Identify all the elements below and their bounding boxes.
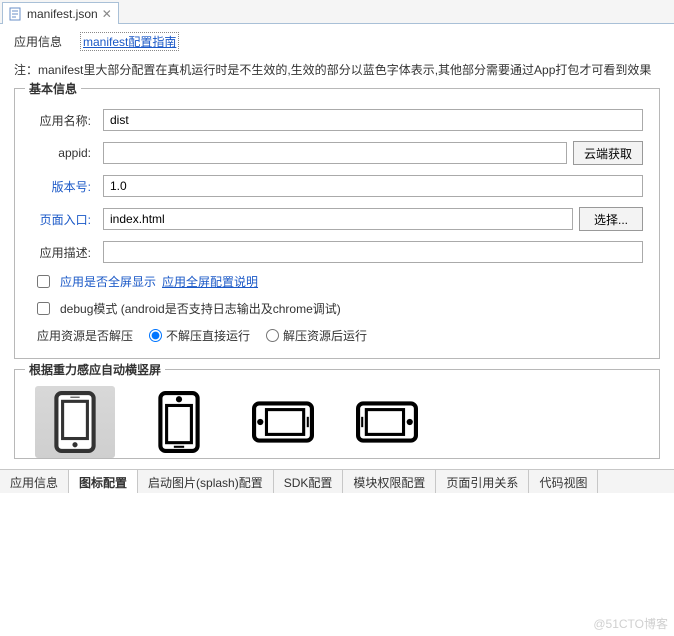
button-cloud-get[interactable]: 云端获取 (573, 141, 643, 165)
radio-input-extract[interactable] (266, 329, 279, 342)
note-text: 注：manifest里大部分配置在真机运行时是不生效的,生效的部分以蓝色字体表示… (0, 57, 674, 88)
section-tabs: 应用信息 manifest配置指南 (0, 24, 674, 57)
row-desc: 应用描述: (31, 241, 643, 263)
button-choose-entry[interactable]: 选择... (579, 207, 643, 231)
label-desc: 应用描述: (31, 244, 97, 261)
fieldset-orientation: 根据重力感应自动横竖屏 (14, 369, 660, 459)
radio-input-direct[interactable] (149, 329, 162, 342)
link-manifest-config-guide[interactable]: manifest配置指南 (80, 32, 179, 51)
row-appid: appid: 云端获取 (31, 141, 643, 165)
device-landscape-left[interactable] (243, 386, 323, 458)
input-version[interactable] (103, 175, 643, 197)
fieldset-basic-info: 基本信息 应用名称: appid: 云端获取 版本号: 页面入口: 选择... … (14, 88, 660, 359)
label-unzip: 应用资源是否解压 (37, 327, 133, 344)
file-tab-manifest[interactable]: manifest.json ✕ (2, 2, 119, 24)
input-appid[interactable] (103, 142, 567, 164)
label-entry: 页面入口: (31, 211, 97, 228)
radio-unzip-direct[interactable]: 不解压直接运行 (149, 327, 250, 344)
label-version: 版本号: (31, 178, 97, 195)
tab-module-permission[interactable]: 模块权限配置 (343, 470, 436, 493)
label-appid: appid: (31, 146, 97, 160)
label-fullscreen: 应用是否全屏显示 (60, 273, 156, 290)
watermark: @51CTO博客 (593, 615, 668, 632)
tab-code-view[interactable]: 代码视图 (529, 470, 598, 493)
input-app-name[interactable] (103, 109, 643, 131)
tab-sdk-config[interactable]: SDK配置 (274, 470, 344, 493)
device-orientation-options (31, 380, 643, 458)
link-fullscreen-help[interactable]: 应用全屏配置说明 (162, 273, 258, 290)
label-app-name: 应用名称: (31, 112, 97, 129)
tab-icon-config[interactable]: 图标配置 (69, 470, 138, 493)
tab-splash-config[interactable]: 启动图片(splash)配置 (138, 470, 274, 493)
bottom-tabbar: 应用信息 图标配置 启动图片(splash)配置 SDK配置 模块权限配置 页面… (0, 469, 674, 493)
row-app-name: 应用名称: (31, 109, 643, 131)
editor-tabbar: manifest.json ✕ (0, 0, 674, 24)
device-portrait-up[interactable] (35, 386, 115, 458)
checkbox-debug[interactable] (37, 302, 50, 315)
tab-app-info[interactable]: 应用信息 (14, 33, 62, 50)
row-debug: debug模式 (android是否支持日志输出及chrome调试) (37, 300, 643, 317)
close-icon[interactable]: ✕ (102, 7, 112, 21)
label-debug: debug模式 (android是否支持日志输出及chrome调试) (60, 300, 341, 317)
checkbox-fullscreen[interactable] (37, 275, 50, 288)
device-portrait-down[interactable] (139, 386, 219, 458)
row-unzip: 应用资源是否解压 不解压直接运行 解压资源后运行 (37, 327, 643, 344)
tab-app-info-bottom[interactable]: 应用信息 (0, 470, 69, 493)
radio-unzip-extract[interactable]: 解压资源后运行 (266, 327, 367, 344)
tab-page-reference[interactable]: 页面引用关系 (436, 470, 529, 493)
legend-orientation: 根据重力感应自动横竖屏 (25, 361, 165, 378)
device-landscape-right[interactable] (347, 386, 427, 458)
input-desc[interactable] (103, 241, 643, 263)
row-entry: 页面入口: 选择... (31, 207, 643, 231)
input-entry[interactable] (103, 208, 573, 230)
file-tab-label: manifest.json (27, 7, 98, 21)
legend-basic-info: 基本信息 (25, 80, 81, 97)
row-fullscreen: 应用是否全屏显示 应用全屏配置说明 (37, 273, 643, 290)
json-file-icon (9, 7, 23, 21)
row-version: 版本号: (31, 175, 643, 197)
